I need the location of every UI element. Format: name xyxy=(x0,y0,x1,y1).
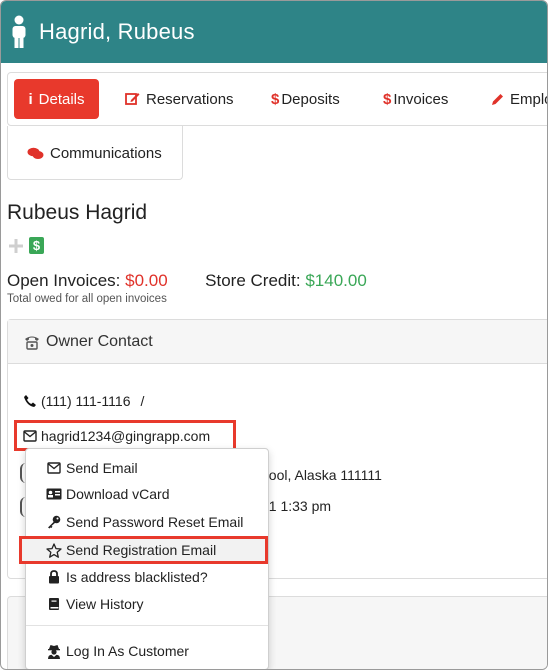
plus-icon[interactable] xyxy=(8,238,24,254)
envelope-icon xyxy=(46,461,62,475)
user-secret-icon xyxy=(46,644,62,659)
balance-summary: Open Invoices: $0.00 Store Credit: $140.… xyxy=(7,271,367,291)
menu-item-view-history[interactable]: View History xyxy=(26,591,268,617)
address-text: hool, Alaska 111111 xyxy=(261,467,382,483)
date-text: 21 1:33 pm xyxy=(261,498,332,514)
store-credit-value: $140.00 xyxy=(305,271,367,290)
pencil-icon xyxy=(492,93,503,105)
open-invoices-note: Total owed for all open invoices xyxy=(7,293,167,305)
book-icon xyxy=(46,597,62,611)
owner-contact-header: Owner Contact xyxy=(8,320,547,364)
customer-title: Hagrid, Rubeus xyxy=(39,19,195,44)
open-invoices-label: Open Invoices: xyxy=(7,271,121,290)
comments-icon xyxy=(27,147,44,159)
customer-header: Hagrid, Rubeus xyxy=(1,1,547,63)
owner-contact-title: Owner Contact xyxy=(46,333,153,350)
phone-number[interactable]: (111) 111-1116 xyxy=(41,393,131,409)
star-icon xyxy=(46,542,62,558)
dollar-badge[interactable]: $ xyxy=(29,237,44,254)
person-icon xyxy=(12,15,26,48)
menu-item-login-as-customer[interactable]: Log In As Customer xyxy=(26,638,268,664)
customer-name: Rubeus Hagrid xyxy=(7,201,148,224)
email-dropdown-toggle[interactable]: hagrid1234@gingrapp.com xyxy=(14,420,236,451)
tab-communications[interactable]: Communications xyxy=(27,133,162,173)
phone-icon xyxy=(25,336,39,350)
menu-item-send-registration-email[interactable]: Send Registration Email xyxy=(19,536,268,564)
menu-item-blacklist-check[interactable]: Is address blacklisted? xyxy=(26,564,268,590)
window-frame: Hagrid, Rubeus i Details Reservations $ … xyxy=(0,0,548,670)
dollar-icon: $ xyxy=(271,90,280,108)
menu-item-download-vcard[interactable]: Download vCard xyxy=(26,481,268,507)
phone-line: (111) 111-1116 / xyxy=(23,393,144,409)
tab-details[interactable]: i Details xyxy=(14,79,99,119)
email-actions-menu: Send Email Download vCard Send Password … xyxy=(19,448,269,669)
phone-handset-icon xyxy=(24,395,36,407)
info-icon: i xyxy=(28,90,33,108)
lock-icon xyxy=(46,570,62,584)
store-credit-label: Store Credit: xyxy=(205,271,301,290)
menu-item-send-password-reset[interactable]: Send Password Reset Email xyxy=(26,509,268,535)
menu-divider xyxy=(26,625,268,626)
tab-invoices[interactable]: $ Invoices xyxy=(383,79,448,119)
tab-reservations[interactable]: Reservations xyxy=(125,79,234,119)
key-icon xyxy=(46,515,62,529)
vcard-icon xyxy=(46,487,62,501)
tab-deposits[interactable]: $ Deposits xyxy=(271,79,340,119)
open-invoices-value: $0.00 xyxy=(125,271,168,290)
edit-icon xyxy=(125,93,140,105)
tab-employees[interactable]: Emplo xyxy=(491,79,547,119)
email-address: hagrid1234@gingrapp.com xyxy=(41,427,211,444)
menu-item-send-email[interactable]: Send Email xyxy=(26,455,268,481)
phone-separator: / xyxy=(140,393,145,409)
envelope-icon xyxy=(23,429,37,442)
dollar-icon: $ xyxy=(383,90,392,108)
